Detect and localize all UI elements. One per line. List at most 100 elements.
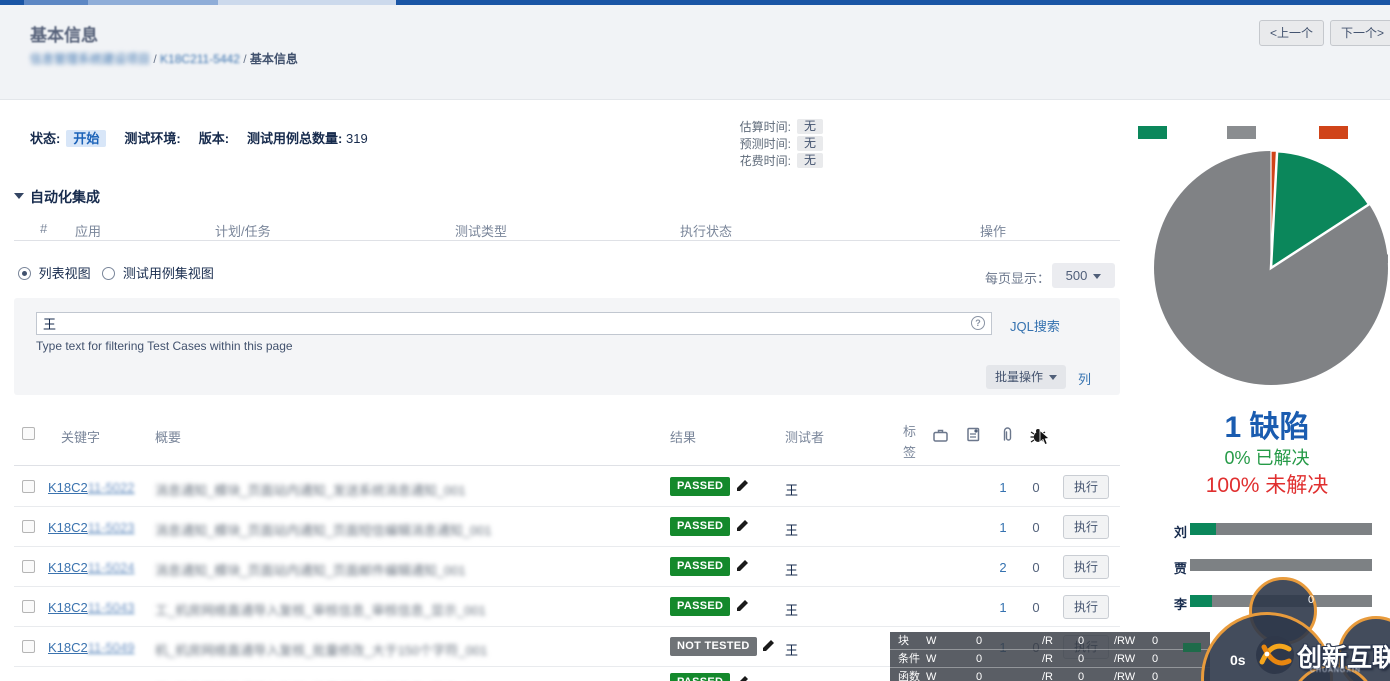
result-badge[interactable]: NOT TESTED — [670, 637, 757, 656]
defect-count[interactable]: 2 — [997, 560, 1009, 575]
automation-col-action: 操作 — [980, 224, 1007, 239]
chevron-down-icon — [1093, 274, 1102, 279]
edit-pencil-icon[interactable] — [736, 675, 749, 681]
tester-name: 王 — [785, 483, 799, 498]
automation-col-type: 测试类型 — [455, 224, 508, 239]
spent-time-value: 无 — [797, 153, 824, 168]
tester-name: 王 — [785, 563, 799, 578]
list-view-label[interactable]: 列表视图 — [39, 266, 91, 281]
testcase-summary[interactable]: 消息通知_模块_页面站内通知_页面邮件编辑通知_001 — [155, 560, 466, 579]
table-row: K18C211-5023 消息通知_模块_页面站内通知_页面短信编辑消息通知_0… — [14, 507, 1120, 547]
col-summary: 概要 — [155, 430, 182, 445]
defect-count[interactable]: 1 — [997, 480, 1009, 495]
attachment-count: 0 — [1032, 600, 1040, 615]
row-checkbox[interactable] — [22, 640, 35, 653]
row-checkbox[interactable] — [22, 600, 35, 613]
note-icon[interactable] — [967, 427, 980, 442]
help-icon[interactable]: ? — [971, 316, 985, 330]
testcase-set-view-radio[interactable] — [102, 267, 116, 280]
spent-time-label: 花费时间: — [739, 154, 791, 168]
testcase-key-link[interactable]: K18C211-5024 — [48, 560, 135, 575]
attachment-count: 0 — [1032, 480, 1040, 495]
tester-bar — [1190, 523, 1372, 535]
execute-button[interactable]: 执行 — [1063, 555, 1109, 579]
jql-search-link[interactable]: JQL搜索 — [1010, 316, 1060, 335]
attachment-count: 0 — [1032, 520, 1040, 535]
breadcrumb-current: 基本信息 — [249, 52, 298, 66]
edit-pencil-icon[interactable] — [736, 519, 749, 532]
breadcrumb-project-link[interactable]: 信息管理系统建设项目 — [30, 52, 150, 66]
previous-button[interactable]: <上一个 — [1259, 20, 1325, 46]
env-label: 测试环境: — [124, 131, 181, 146]
defect-count[interactable]: 1 — [997, 520, 1009, 535]
defects-resolved: 0% 已解决 — [1224, 448, 1310, 468]
coverage-row: 块 W 0/R 0/RW 0 — [890, 632, 1210, 650]
bulk-actions-button[interactable]: 批量操作 — [986, 365, 1067, 389]
testcase-key-link[interactable]: K18C211-5022 — [48, 480, 135, 495]
status-label: 状态: — [30, 131, 61, 146]
execution-pie-chart — [1154, 149, 1388, 385]
total-label: 测试用例总数量: — [247, 131, 343, 146]
testcase-summary[interactable]: 消息通知_模块_页面站内通知_页面短信编辑消息通知_001 — [155, 520, 492, 539]
defect-count[interactable]: 1 — [997, 600, 1009, 615]
briefcase-icon[interactable] — [933, 429, 948, 442]
testcase-summary[interactable]: 机_机房网络直通导入复核_批量修改_大于150个字符_001 — [155, 640, 487, 659]
result-badge[interactable]: PASSED — [670, 597, 731, 616]
paperclip-icon[interactable] — [1001, 427, 1014, 442]
automation-col-num: # — [40, 221, 48, 236]
collapse-caret-icon[interactable] — [14, 193, 24, 199]
watermark-coverage-panel: 块 W 0/R 0/RW 0 条件 W 0/R 0/RW 0 函数 W 0/R 0/RW 0 — [890, 632, 1210, 681]
total-value: 319 — [346, 131, 368, 146]
edit-pencil-icon[interactable] — [736, 559, 749, 572]
select-all-checkbox[interactable] — [22, 427, 35, 440]
edit-pencil-icon[interactable] — [736, 479, 749, 492]
result-badge[interactable]: PASSED — [670, 557, 731, 576]
tester-name: 王 — [785, 643, 799, 658]
testcase-key-link[interactable]: K18C211-5049 — [48, 640, 135, 655]
estimate-time-value: 无 — [797, 119, 824, 134]
breadcrumb: 信息管理系统建设项目 / K18C211-5442 / 基本信息 — [30, 50, 298, 67]
row-checkbox[interactable] — [22, 520, 35, 533]
breadcrumb-issue-link[interactable]: K18C211-5442 — [160, 52, 240, 66]
edit-pencil-icon[interactable] — [736, 599, 749, 612]
testcase-set-view-label[interactable]: 测试用例集视图 — [123, 266, 214, 281]
mouse-cursor-icon — [1039, 430, 1050, 446]
status-bar: 状态: 开始 测试环境: 版本: 测试用例总数量: 319 — [30, 128, 368, 147]
legend-failed-swatch — [1319, 126, 1348, 139]
legend-passed-swatch — [1138, 126, 1167, 139]
per-page-select[interactable]: 500 — [1052, 263, 1115, 288]
defect-count-title[interactable]: 1 缺陷 — [1142, 402, 1390, 446]
execute-button[interactable]: 执行 — [1063, 595, 1109, 619]
estimate-time-label: 估算时间: — [739, 120, 791, 134]
filter-input[interactable] — [36, 312, 992, 335]
col-tag: 标签 — [903, 424, 917, 460]
edit-pencil-icon[interactable] — [762, 639, 775, 652]
bar-label: 刘 — [1174, 525, 1188, 540]
execute-button[interactable]: 执行 — [1063, 475, 1109, 499]
breadcrumb-separator: / — [243, 52, 247, 66]
predict-time-label: 预测时间: — [739, 137, 791, 151]
result-badge[interactable]: PASSED — [670, 673, 731, 681]
watermark-chip — [1183, 643, 1201, 652]
columns-link[interactable]: 列 — [1078, 369, 1091, 388]
automation-section-title[interactable]: 自动化集成 — [30, 187, 100, 207]
automation-col-plan: 计划/任务 — [215, 224, 271, 239]
tester-name: 王 — [785, 523, 799, 538]
col-tester: 测试者 — [785, 430, 825, 445]
bubble-value: 0 — [1308, 594, 1315, 606]
row-checkbox[interactable] — [22, 480, 35, 493]
result-badge[interactable]: PASSED — [670, 517, 731, 536]
table-row: K18C211-5024 消息通知_模块_页面站内通知_页面邮件编辑通知_001… — [14, 547, 1120, 587]
tester-name: 王 — [785, 603, 799, 618]
testcase-key-link[interactable]: K18C211-5023 — [48, 520, 135, 535]
breadcrumb-separator: / — [153, 52, 157, 66]
testcase-summary[interactable]: 消息通知_模块_页面站内通知_发送系统消息通知_001 — [155, 480, 466, 499]
result-badge[interactable]: PASSED — [670, 477, 731, 496]
execute-button[interactable]: 执行 — [1063, 515, 1109, 539]
testcase-summary[interactable]: 工_机房网络直通导入复核_审核信息_审核信息_显示_001 — [155, 600, 486, 619]
next-button[interactable]: 下一个> — [1330, 20, 1390, 46]
row-checkbox[interactable] — [22, 560, 35, 573]
list-view-radio[interactable] — [18, 267, 31, 280]
testcase-key-link[interactable]: K18C211-5043 — [48, 600, 135, 615]
per-page-label: 每页显示： — [985, 271, 1051, 286]
